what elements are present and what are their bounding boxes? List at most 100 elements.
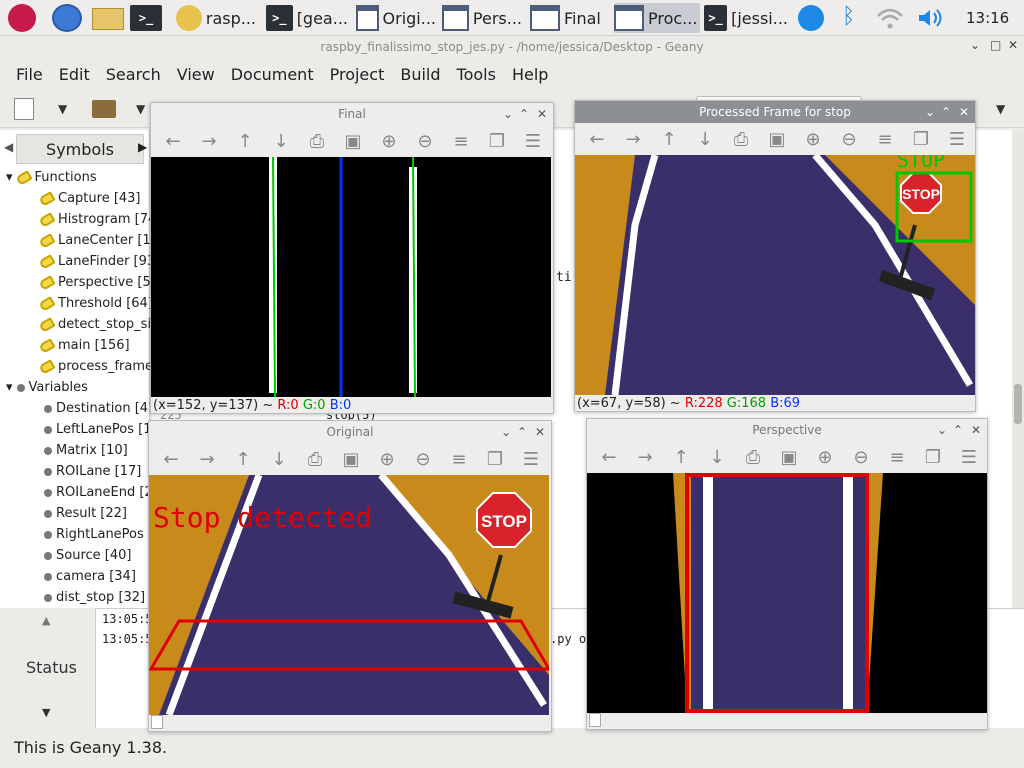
expand-icon[interactable]: ☰	[519, 449, 543, 470]
processed-image[interactable]: STOP STOP	[575, 155, 975, 395]
scroll-right-icon[interactable]: ▶	[138, 140, 147, 154]
save-icon[interactable]: ⎙	[303, 449, 327, 470]
close-icon[interactable]: ✕	[1008, 38, 1018, 52]
menu-document[interactable]: Document	[223, 65, 322, 84]
list-item[interactable]: camera [34]	[44, 569, 136, 584]
chevron-down-icon[interactable]: ▼	[58, 102, 67, 116]
close-icon[interactable]: ✕	[959, 101, 969, 123]
list-item[interactable]: Matrix [10]	[44, 443, 128, 458]
pan-down-icon[interactable]: ↓	[269, 131, 293, 152]
download-icon[interactable]	[798, 5, 824, 31]
minimize-icon[interactable]: ⌄	[937, 419, 947, 441]
close-icon[interactable]: ✕	[971, 419, 981, 441]
expand-icon[interactable]: ☰	[957, 447, 981, 468]
zoom-out-icon[interactable]: ⊖	[849, 447, 873, 468]
expand-icon[interactable]: ☰	[521, 131, 545, 152]
minimize-icon[interactable]: ⌄	[501, 421, 511, 443]
list-item[interactable]: Destination [41	[44, 401, 156, 416]
pan-up-icon[interactable]: ↑	[669, 447, 693, 468]
chevron-down-icon[interactable]: ▼	[996, 102, 1005, 116]
pan-right-icon[interactable]: →	[195, 449, 219, 470]
menu-search[interactable]: Search	[98, 65, 169, 84]
zoom-out-icon[interactable]: ⊖	[411, 449, 435, 470]
menu-file[interactable]: File	[8, 65, 51, 84]
pan-up-icon[interactable]: ↑	[657, 129, 681, 150]
zoom-in-icon[interactable]: ⊕	[813, 447, 837, 468]
save-icon[interactable]: ⎙	[729, 129, 753, 150]
list-item[interactable]: detect_stop_sig	[38, 316, 159, 333]
new-file-icon[interactable]	[14, 98, 34, 120]
taskbar-item-final[interactable]: Final	[530, 3, 610, 33]
tree-variables[interactable]: ▾ Variables	[6, 380, 88, 395]
zoom-fit-icon[interactable]: ▣	[765, 129, 789, 150]
pan-down-icon[interactable]: ↓	[693, 129, 717, 150]
zoom-in-icon[interactable]: ⊕	[801, 129, 825, 150]
maximize-icon[interactable]: ⌃	[519, 103, 529, 125]
menu-edit[interactable]: Edit	[51, 65, 98, 84]
zoom-fit-icon[interactable]: ▣	[777, 447, 801, 468]
pan-down-icon[interactable]: ↓	[705, 447, 729, 468]
taskbar-item-terminal[interactable]: >_ [jessi...	[704, 3, 788, 33]
menu-help[interactable]: Help	[504, 65, 556, 84]
scroll-up-icon[interactable]: ▲	[42, 614, 50, 627]
perspective-image[interactable]	[587, 473, 987, 713]
volume-icon[interactable]	[916, 6, 944, 30]
scroll-handle[interactable]	[587, 713, 987, 731]
menu-project[interactable]: Project	[322, 65, 393, 84]
zoom-in-icon[interactable]: ⊕	[377, 131, 401, 152]
minimize-icon[interactable]: ⌄	[970, 38, 980, 52]
save-icon[interactable]: ⎙	[305, 131, 329, 152]
pan-left-icon[interactable]: ←	[161, 131, 185, 152]
zoom-in-icon[interactable]: ⊕	[375, 449, 399, 470]
zoom-out-icon[interactable]: ⊖	[413, 131, 437, 152]
menu-build[interactable]: Build	[392, 65, 448, 84]
scroll-down-icon[interactable]: ▼	[42, 706, 50, 719]
pan-down-icon[interactable]: ↓	[267, 449, 291, 470]
tab-symbols[interactable]: Symbols	[16, 134, 144, 164]
maximize-icon[interactable]: ⌃	[953, 419, 963, 441]
maximize-icon[interactable]: ⌃	[941, 101, 951, 123]
list-item[interactable]: Histrogram [74	[38, 211, 156, 228]
list-item[interactable]: Perspective [50	[38, 274, 159, 291]
zoom-out-icon[interactable]: ⊖	[837, 129, 861, 150]
list-item[interactable]: LaneFinder [93	[38, 253, 155, 270]
scroll-left-icon[interactable]: ◀	[4, 140, 13, 154]
properties-icon[interactable]: ≡	[449, 131, 473, 152]
pan-right-icon[interactable]: →	[621, 129, 645, 150]
browser-icon[interactable]	[52, 4, 82, 32]
pan-up-icon[interactable]: ↑	[231, 449, 255, 470]
scroll-handle[interactable]	[149, 715, 551, 733]
list-item[interactable]: Source [40]	[44, 548, 131, 563]
close-icon[interactable]: ✕	[537, 103, 547, 125]
terminal-icon[interactable]: >_	[130, 5, 162, 31]
taskbar-item-original[interactable]: Origi...	[356, 3, 436, 33]
save-icon[interactable]: ⎙	[741, 447, 765, 468]
list-item[interactable]: Threshold [64]	[38, 295, 153, 312]
pan-right-icon[interactable]: →	[633, 447, 657, 468]
list-item[interactable]: process_frame_	[38, 358, 160, 375]
taskbar-item-processed[interactable]: Proc...	[614, 3, 700, 33]
list-item[interactable]: ROILaneEnd [2	[44, 485, 153, 500]
close-icon[interactable]: ✕	[535, 421, 545, 443]
original-image[interactable]: STOP Stop detected	[149, 475, 549, 715]
expand-icon[interactable]: ☰	[945, 129, 969, 150]
list-item[interactable]: LeftLanePos [1	[44, 422, 151, 437]
chevron-down-icon[interactable]: ▼	[136, 102, 145, 116]
taskbar-item-perspective[interactable]: Pers...	[442, 3, 522, 33]
minimize-icon[interactable]: ⌄	[925, 101, 935, 123]
list-item[interactable]: Capture [43]	[38, 190, 141, 207]
maximize-icon[interactable]: ⌃	[517, 421, 527, 443]
menu-tools[interactable]: Tools	[449, 65, 504, 84]
pan-right-icon[interactable]: →	[197, 131, 221, 152]
wifi-icon[interactable]	[876, 6, 904, 30]
properties-icon[interactable]: ≡	[447, 449, 471, 470]
pan-up-icon[interactable]: ↑	[233, 131, 257, 152]
list-item[interactable]: ROILane [17]	[44, 464, 141, 479]
zoom-fit-icon[interactable]: ▣	[339, 449, 363, 470]
copy-icon[interactable]: ❐	[909, 129, 933, 150]
pan-left-icon[interactable]: ←	[597, 447, 621, 468]
copy-icon[interactable]: ❐	[483, 449, 507, 470]
tree-functions[interactable]: ▾ Functions	[6, 169, 97, 186]
copy-icon[interactable]: ❐	[485, 131, 509, 152]
taskbar-item-geany[interactable]: >_ [gea...	[266, 3, 348, 33]
